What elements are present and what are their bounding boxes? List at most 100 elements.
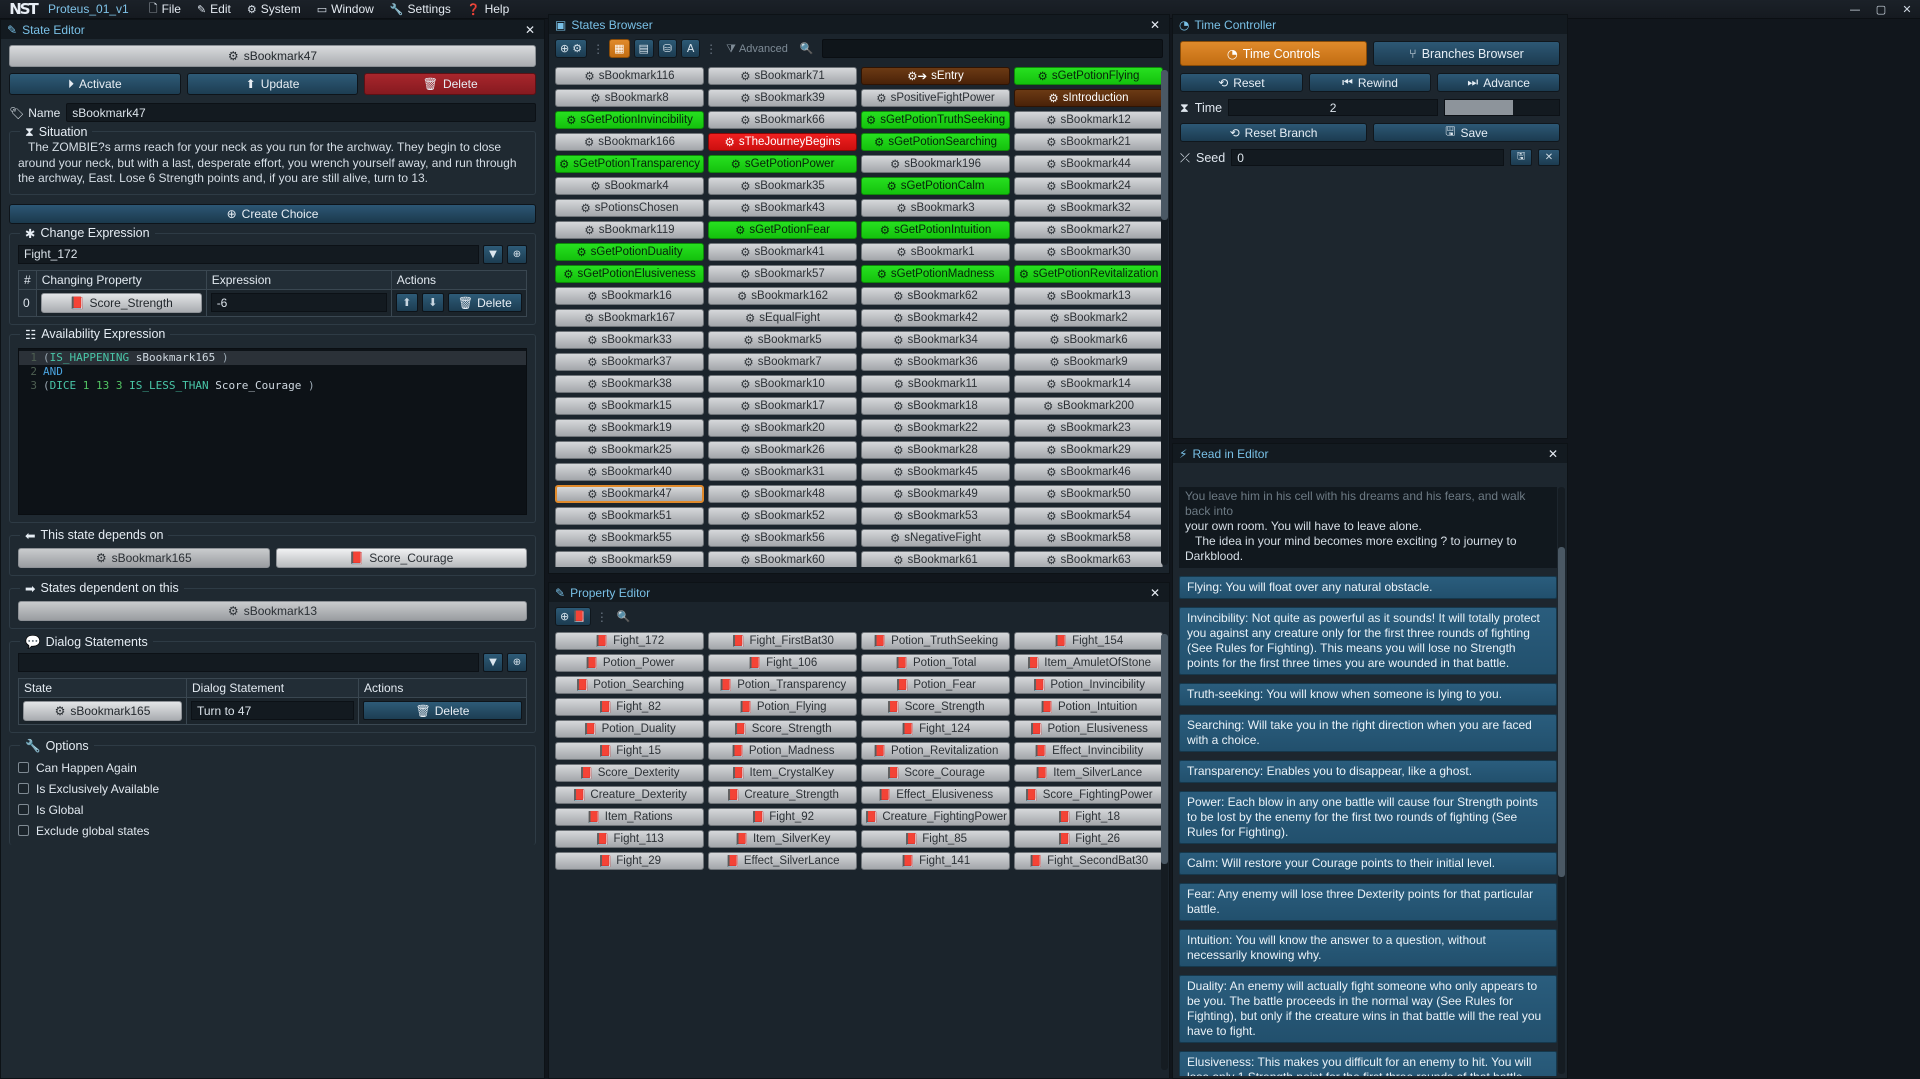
state-node[interactable]: ⚙sBookmark43 bbox=[708, 199, 857, 217]
state-node[interactable]: ⚙sBookmark41 bbox=[708, 243, 857, 261]
checkbox-icon[interactable] bbox=[18, 825, 29, 836]
state-node[interactable]: ⚙sBookmark28 bbox=[861, 441, 1010, 459]
state-node[interactable]: ⚙sBookmark196 bbox=[861, 155, 1010, 173]
state-node[interactable]: ⚙sBookmark60 bbox=[708, 551, 857, 567]
state-node[interactable]: ⚙sPotionsChosen bbox=[555, 199, 704, 217]
property-node[interactable]: 📕Fight_18 bbox=[1014, 808, 1163, 826]
state-node[interactable]: ⚙sBookmark48 bbox=[708, 485, 857, 503]
read-item[interactable]: Flying: You will float over any natural … bbox=[1179, 576, 1557, 599]
move-down-icon[interactable]: ⬇ bbox=[422, 293, 444, 312]
read-item[interactable]: Truth-seeking: You will know when someon… bbox=[1179, 683, 1557, 706]
state-node[interactable]: ⚙sBookmark46 bbox=[1014, 463, 1163, 481]
situation-text[interactable]: The ZOMBIE?s arms reach for your neck as… bbox=[18, 140, 527, 187]
property-node[interactable]: 📕Potion_Transparency bbox=[708, 676, 857, 694]
state-node[interactable]: ⚙sBookmark59 bbox=[555, 551, 704, 567]
state-node[interactable]: ⚙sBookmark10 bbox=[708, 375, 857, 393]
state-node[interactable]: ⚙sGetPotionRevitalization bbox=[1014, 265, 1163, 283]
state-node[interactable]: ⚙sPositiveFightPower bbox=[861, 89, 1010, 107]
chevron-down-icon[interactable]: ▼ bbox=[483, 245, 503, 264]
reset-branch-button[interactable]: ⟲Reset Branch bbox=[1180, 123, 1367, 142]
state-node[interactable]: ⚙sBookmark36 bbox=[861, 353, 1010, 371]
menu-item-system[interactable]: ⚙System bbox=[239, 0, 309, 19]
state-node[interactable]: ⚙sBookmark9 bbox=[1014, 353, 1163, 371]
move-up-icon[interactable]: ⬆ bbox=[396, 293, 418, 312]
state-node[interactable]: ⚙sGetPotionTransparency bbox=[555, 155, 704, 173]
property-node[interactable]: 📕Score_Dexterity bbox=[555, 764, 704, 782]
property-node[interactable]: 📕Potion_Total bbox=[861, 654, 1010, 672]
state-node[interactable]: ⚙sBookmark34 bbox=[861, 331, 1010, 349]
update-button[interactable]: ⬆Update bbox=[187, 73, 359, 95]
seed-clear-icon[interactable]: ✕ bbox=[1538, 149, 1560, 166]
search-icon[interactable]: 🔍 bbox=[613, 607, 635, 626]
tab-time-controls[interactable]: ◔ Time Controls bbox=[1180, 41, 1367, 66]
state-node[interactable]: ⚙sBookmark12 bbox=[1014, 111, 1163, 129]
save-button[interactable]: 🖫Save bbox=[1373, 123, 1560, 142]
checkbox-icon[interactable] bbox=[18, 783, 29, 794]
option-row[interactable]: Can Happen Again bbox=[18, 761, 527, 775]
states-scrollbar[interactable] bbox=[1161, 70, 1168, 565]
chevron-down-icon[interactable]: ▼ bbox=[483, 653, 503, 672]
read-item[interactable]: Invincibility: Not quite as powerful as … bbox=[1179, 607, 1557, 675]
option-row[interactable]: Is Exclusively Available bbox=[18, 782, 527, 796]
state-node[interactable]: ⚙sBookmark24 bbox=[1014, 177, 1163, 195]
tab-branches-browser[interactable]: ⑂ Branches Browser bbox=[1373, 41, 1560, 66]
state-node[interactable]: ⚙➔sEntry bbox=[861, 67, 1010, 85]
state-node[interactable]: ⚙sBookmark35 bbox=[708, 177, 857, 195]
state-node[interactable]: ⚙sBookmark2 bbox=[1014, 309, 1163, 327]
state-node[interactable]: ⚙sGetPotionSearching bbox=[861, 133, 1010, 151]
state-node[interactable]: ⚙sBookmark32 bbox=[1014, 199, 1163, 217]
property-node[interactable]: 📕Fight_15 bbox=[555, 742, 704, 760]
state-node[interactable]: ⚙sBookmark22 bbox=[861, 419, 1010, 437]
property-node[interactable]: 📕Potion_Revitalization bbox=[861, 742, 1010, 760]
state-node[interactable]: ⚙sBookmark23 bbox=[1014, 419, 1163, 437]
state-node[interactable]: ⚙sBookmark17 bbox=[708, 397, 857, 415]
state-node[interactable]: ⚙sBookmark44 bbox=[1014, 155, 1163, 173]
seed-save-icon[interactable]: 🖫 bbox=[1510, 149, 1532, 166]
state-node[interactable]: ⚙sBookmark58 bbox=[1014, 529, 1163, 547]
state-node[interactable]: ⚙sGetPotionFlying bbox=[1014, 67, 1163, 85]
activate-button[interactable]: ⏵Activate bbox=[9, 73, 181, 95]
dialog-statement-input[interactable]: Turn to 47 bbox=[191, 701, 354, 720]
state-node[interactable]: ⚙sBookmark5 bbox=[708, 331, 857, 349]
property-node[interactable]: 📕Fight_141 bbox=[861, 852, 1010, 870]
minimize-icon[interactable]: — bbox=[1842, 0, 1868, 19]
option-row[interactable]: Is Global bbox=[18, 803, 527, 817]
property-node[interactable]: 📕Fight_82 bbox=[555, 698, 704, 716]
maximize-icon[interactable]: ▢ bbox=[1868, 0, 1894, 19]
current-state-button[interactable]: ⚙ sBookmark47 bbox=[9, 45, 536, 67]
state-node[interactable]: ⚙sBookmark33 bbox=[555, 331, 704, 349]
property-node[interactable]: 📕Effect_Elusiveness bbox=[861, 786, 1010, 804]
state-node[interactable]: ⚙sBookmark54 bbox=[1014, 507, 1163, 525]
view-text-button[interactable]: A bbox=[681, 39, 700, 58]
dependency-chip[interactable]: ⚙sBookmark165 bbox=[18, 548, 270, 568]
property-node[interactable]: 📕Fight_85 bbox=[861, 830, 1010, 848]
property-node[interactable]: 📕Item_SilverLance bbox=[1014, 764, 1163, 782]
read-scrollbar[interactable] bbox=[1558, 487, 1565, 1074]
state-node[interactable]: ⚙sBookmark40 bbox=[555, 463, 704, 481]
state-node[interactable]: ⚙sBookmark38 bbox=[555, 375, 704, 393]
property-node[interactable]: 📕Fight_SecondBat30 bbox=[1014, 852, 1163, 870]
menu-item-window[interactable]: ▭Window bbox=[309, 0, 382, 19]
change-expression-select[interactable]: Fight_172 bbox=[18, 245, 479, 264]
read-item[interactable]: Intuition: You will know the answer to a… bbox=[1179, 929, 1557, 967]
read-item[interactable]: Elusiveness: This makes you difficult fo… bbox=[1179, 1051, 1557, 1076]
property-scrollbar[interactable] bbox=[1161, 634, 1168, 1070]
state-node[interactable]: ⚙sIntroduction bbox=[1014, 89, 1163, 107]
seed-input[interactable]: 0 bbox=[1231, 149, 1504, 166]
create-choice-button[interactable]: ⊕ Create Choice bbox=[9, 204, 536, 224]
state-node[interactable]: ⚙sBookmark27 bbox=[1014, 221, 1163, 239]
state-node[interactable]: ⚙sBookmark11 bbox=[861, 375, 1010, 393]
state-node[interactable]: ⚙sBookmark66 bbox=[708, 111, 857, 129]
property-node[interactable]: 📕Potion_Elusiveness bbox=[1014, 720, 1163, 738]
add-change-expression-button[interactable]: ⊕ bbox=[507, 245, 527, 264]
property-node[interactable]: 📕Potion_Intuition bbox=[1014, 698, 1163, 716]
state-node[interactable]: ⚙sGetPotionMadness bbox=[861, 265, 1010, 283]
state-node[interactable]: ⚙sBookmark7 bbox=[708, 353, 857, 371]
state-node[interactable]: ⚙sEqualFight bbox=[708, 309, 857, 327]
property-node[interactable]: 📕Fight_154 bbox=[1014, 632, 1163, 650]
state-node[interactable]: ⚙sTheJourneyBegins bbox=[708, 133, 857, 151]
state-node[interactable]: ⚙sBookmark51 bbox=[555, 507, 704, 525]
state-node[interactable]: ⚙sBookmark119 bbox=[555, 221, 704, 239]
dialog-select[interactable] bbox=[18, 653, 479, 672]
state-node[interactable]: ⚙sBookmark19 bbox=[555, 419, 704, 437]
